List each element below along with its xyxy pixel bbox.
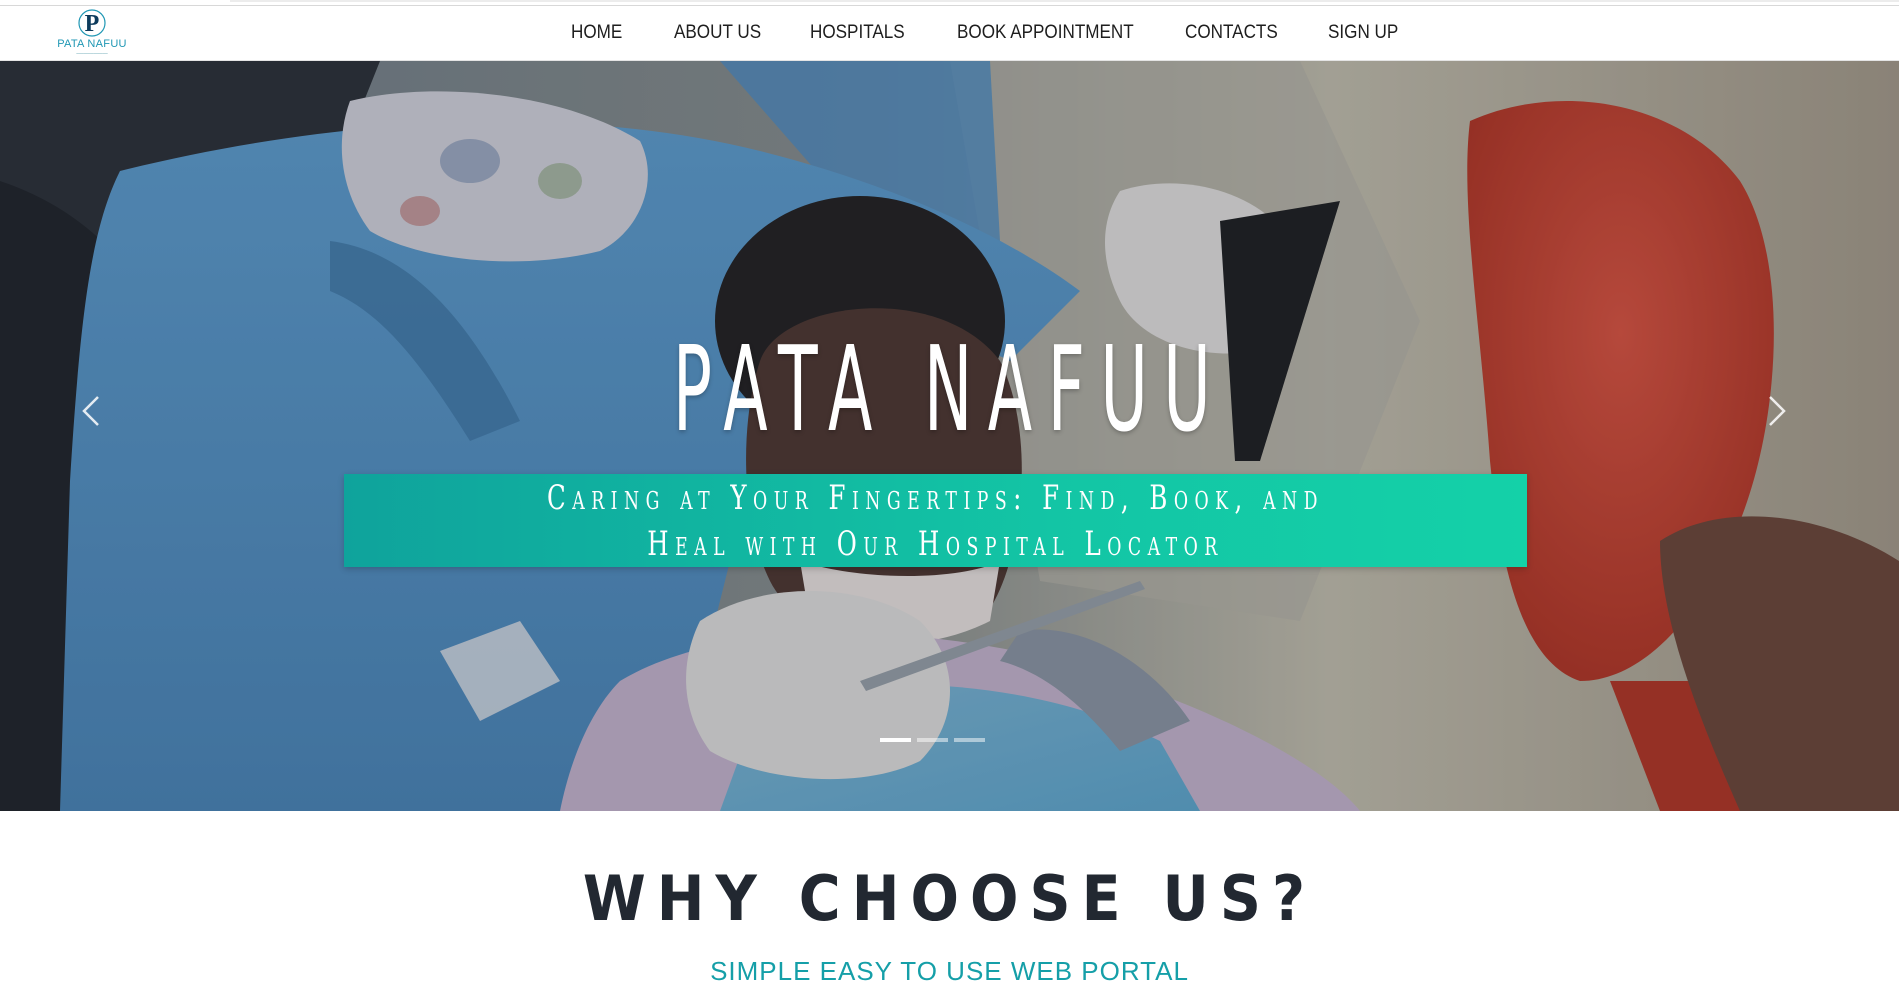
carousel-prev-button[interactable] xyxy=(74,391,108,431)
chevron-left-icon xyxy=(82,396,99,426)
hero-tagline: Caring at Your Fingertips: Find, Book, a… xyxy=(547,477,1324,564)
carousel-indicator-2[interactable] xyxy=(917,738,948,742)
site-header: P PATA NAFUU ━━━━━━━━━━━━━ HOME ABOUT US… xyxy=(0,6,1899,61)
hero-carousel: PATA NAFUU Caring at Your Fingertips: Fi… xyxy=(0,61,1899,811)
nav-hospitals[interactable]: HOSPITALS xyxy=(810,6,905,61)
main-navigation: HOME ABOUT US HOSPITALS BOOK APPOINTMENT… xyxy=(0,6,1899,61)
carousel-indicators xyxy=(880,733,990,747)
carousel-indicator-1[interactable] xyxy=(880,738,911,742)
hero-title: PATA NAFUU xyxy=(672,320,1227,458)
carousel-next-button[interactable] xyxy=(1760,391,1794,431)
why-choose-us-subtitle: SIMPLE EASY TO USE WEB PORTAL xyxy=(710,956,1189,986)
why-choose-us-heading: WHY CHOOSE US? xyxy=(582,862,1317,935)
top-divider xyxy=(230,0,1899,2)
nav-home[interactable]: HOME xyxy=(571,6,622,61)
nav-sign-up[interactable]: SIGN UP xyxy=(1328,6,1398,61)
hero-tagline-banner: Caring at Your Fingertips: Find, Book, a… xyxy=(344,474,1527,567)
chevron-right-icon xyxy=(1769,396,1786,426)
nav-book-appointment[interactable]: BOOK APPOINTMENT xyxy=(957,6,1134,61)
nav-about-us[interactable]: ABOUT US xyxy=(674,6,761,61)
carousel-indicator-3[interactable] xyxy=(954,738,985,742)
nav-contacts[interactable]: CONTACTS xyxy=(1185,6,1278,61)
